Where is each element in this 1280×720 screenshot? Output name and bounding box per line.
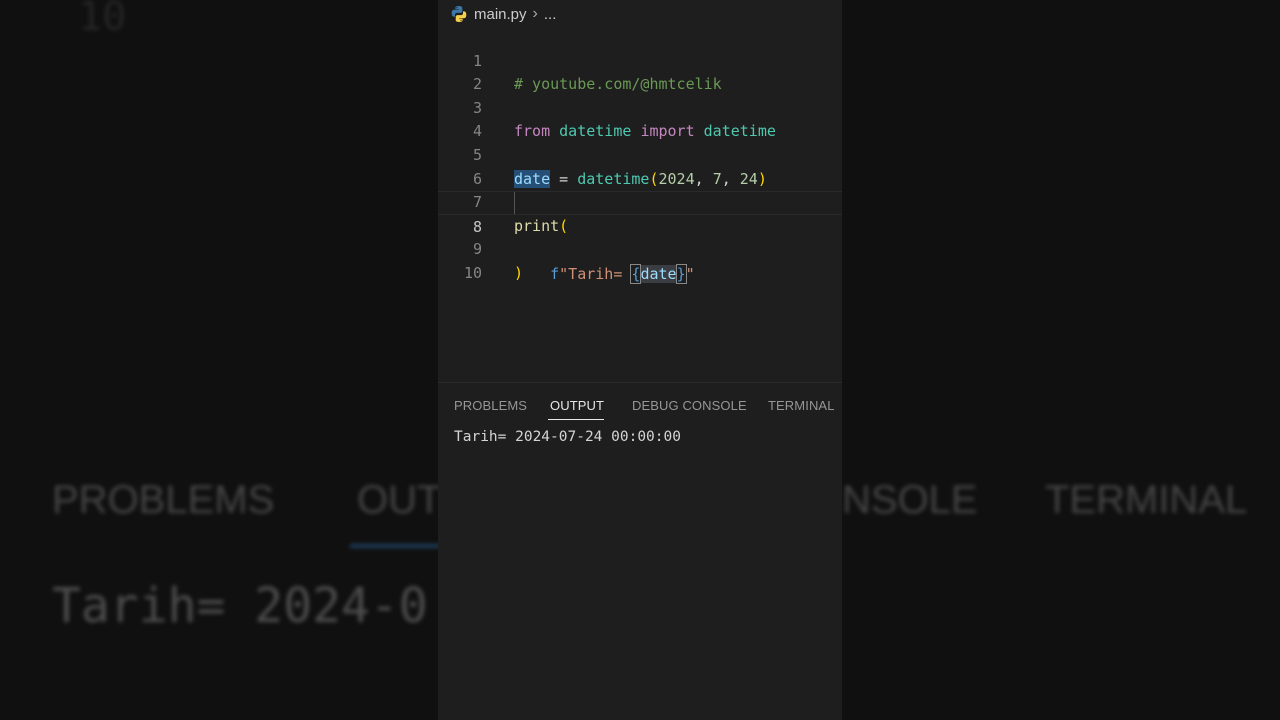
breadcrumb-file[interactable]: main.py xyxy=(474,6,527,23)
bg-tab-problems: PROBLEMS xyxy=(52,478,275,522)
code-line: 10 xyxy=(438,238,842,282)
line-number: 10 xyxy=(463,263,482,282)
code-line: 6 xyxy=(438,144,842,188)
line-code: f"Tarih= {date}" xyxy=(550,263,695,284)
bg-line-number: 10 xyxy=(78,0,127,40)
tab-debug-console[interactable]: DEBUG CONSOLE xyxy=(632,398,747,413)
indent-guide xyxy=(514,192,515,214)
code-line: 7 print( xyxy=(438,168,842,235)
breadcrumb[interactable]: main.py › ... xyxy=(450,4,556,24)
code-editor[interactable]: 1 # youtube.com/@hmtcelik 2 3 from datet… xyxy=(438,26,842,358)
bg-output-text: Tarih= 2024-0 xyxy=(52,578,428,634)
bg-tab-terminal: TERMINAL xyxy=(1045,478,1248,522)
code-line-current: 8 f"Tarih= {date}" xyxy=(438,191,842,284)
bg-tab-output: OUT xyxy=(357,478,442,522)
bg-tab-debug: NSOLE xyxy=(842,478,978,522)
line-code: ) xyxy=(514,263,524,282)
python-icon xyxy=(450,5,468,23)
tab-terminal[interactable]: TERMINAL xyxy=(768,398,835,413)
active-tab-indicator xyxy=(548,419,604,420)
code-line: 3 from datetime import datetime xyxy=(438,73,842,141)
code-line: 9 ) xyxy=(438,215,842,282)
tab-problems[interactable]: PROBLEMS xyxy=(454,398,527,413)
bottom-panel: PROBLEMS OUTPUT DEBUG CONSOLE TERMINAL T… xyxy=(438,382,842,720)
chevron-right-icon: › xyxy=(532,5,538,22)
vscode-panel: main.py › ... 1 # youtube.com/@hmtcelik … xyxy=(438,0,842,720)
output-text[interactable]: Tarih= 2024-07-24 00:00:00 xyxy=(454,429,681,445)
tab-output[interactable]: OUTPUT xyxy=(550,398,604,413)
bg-tab-underline xyxy=(350,544,450,548)
code-line: 5 date = datetime(2024, 7, 24) xyxy=(438,120,842,188)
panel-tabs: PROBLEMS OUTPUT DEBUG CONSOLE TERMINAL xyxy=(438,383,842,423)
breadcrumb-more[interactable]: ... xyxy=(544,6,557,23)
code-line: 1 # youtube.com/@hmtcelik xyxy=(438,26,842,94)
code-line: 4 xyxy=(438,97,842,140)
code-line: 2 xyxy=(438,50,842,93)
